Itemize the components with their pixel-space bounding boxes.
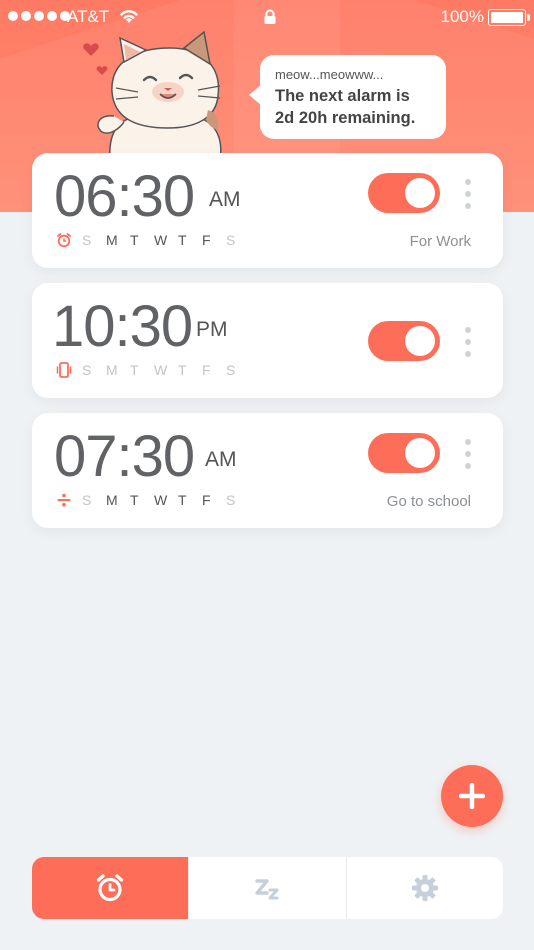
alarm-label: Go to school (386, 493, 471, 510)
cat-mascot-illustration (83, 30, 222, 160)
alarm-ampm: AM (209, 188, 241, 211)
alarm-card[interactable]: 10:30 PM S M T W T F S (32, 283, 503, 398)
day-sunday: S (82, 232, 92, 248)
next-alarm-line2: 2d 20h remaining. (275, 109, 416, 127)
alarm-ampm: PM (196, 318, 228, 341)
alarm-label: For Work (409, 233, 471, 250)
phone-shake-icon (56, 361, 82, 379)
add-alarm-button[interactable] (441, 765, 503, 827)
alarm-days: S M T W T F S (56, 361, 250, 379)
day-thursday: T (178, 232, 188, 248)
wifi-icon (120, 10, 138, 23)
speech-bubble: meow...meowww... The next alarm is 2d 20… (249, 55, 446, 139)
alarm-clock-icon (97, 874, 124, 902)
alarm-days: S M T W T F S (56, 231, 250, 249)
sleep-zz-icon (255, 879, 279, 900)
more-options-icon[interactable] (464, 327, 472, 357)
tab-settings[interactable] (345, 857, 503, 919)
alarm-days: S M T W T F S (56, 491, 250, 509)
day-tuesday: T (130, 362, 140, 378)
day-friday: F (202, 232, 212, 248)
alarm-time: 06:30 (54, 164, 195, 229)
day-friday: F (202, 492, 212, 508)
alarm-toggle[interactable] (368, 433, 440, 473)
bubble-meow-text: meow...meowww... (275, 67, 384, 82)
day-wednesday: W (154, 362, 168, 378)
lock-icon (264, 9, 276, 24)
day-sunday: S (82, 362, 92, 378)
gear-icon (411, 875, 438, 901)
alarm-time: 07:30 (54, 424, 195, 489)
signal-strength-icon (8, 11, 70, 21)
day-saturday: S (226, 362, 236, 378)
more-options-icon[interactable] (464, 179, 472, 209)
more-options-icon[interactable] (464, 439, 472, 469)
battery-icon (488, 9, 530, 26)
status-bar: AT&T 100% (0, 0, 534, 34)
tab-alarm[interactable] (32, 857, 189, 919)
math-divide-icon (56, 491, 82, 509)
day-wednesday: W (154, 492, 168, 508)
day-saturday: S (226, 492, 236, 508)
day-friday: F (202, 362, 212, 378)
alarm-toggle[interactable] (368, 321, 440, 361)
day-monday: M (106, 232, 119, 248)
alarm-ampm: AM (205, 448, 237, 471)
day-saturday: S (226, 232, 236, 248)
alarm-card[interactable]: 07:30 AM S M T W T F S Go to school (32, 413, 503, 528)
next-alarm-line1: The next alarm is (275, 87, 410, 105)
day-thursday: T (178, 492, 188, 508)
alarm-time: 10:30 (52, 294, 193, 359)
carrier-name: AT&T (67, 7, 110, 26)
alarm-toggle[interactable] (368, 173, 440, 213)
day-tuesday: T (130, 492, 140, 508)
battery-percent: 100% (440, 7, 484, 26)
day-wednesday: W (154, 232, 168, 248)
alarm-clock-icon (56, 231, 82, 249)
day-monday: M (106, 492, 119, 508)
day-sunday: S (82, 492, 92, 508)
day-monday: M (106, 362, 119, 378)
day-thursday: T (178, 362, 188, 378)
alarm-card[interactable]: 06:30 AM S M T W T F S For Work (32, 153, 503, 268)
bottom-tab-bar (32, 857, 503, 919)
tab-sleep[interactable] (188, 857, 345, 919)
plus-icon (459, 783, 485, 809)
day-tuesday: T (130, 232, 140, 248)
